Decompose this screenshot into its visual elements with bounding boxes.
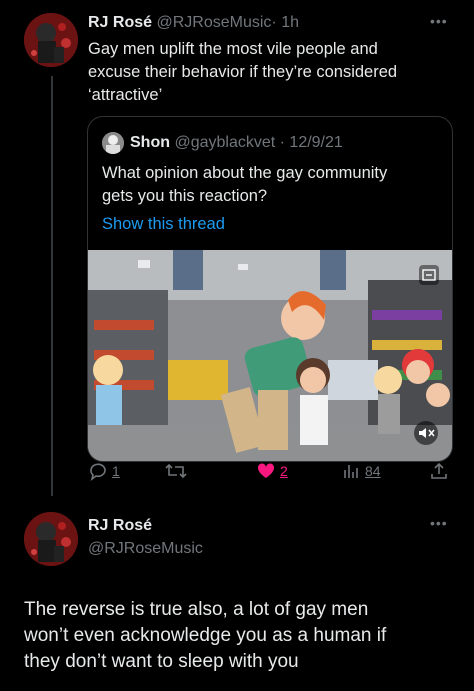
mute-icon[interactable] xyxy=(414,421,438,445)
heart-icon xyxy=(257,463,275,478)
reply-button[interactable]: 1 xyxy=(88,461,120,481)
handle[interactable]: @RJRoseMusic xyxy=(156,14,271,31)
reply-text-line: they don’t want to sleep with you xyxy=(24,651,299,672)
quoted-display-name[interactable]: Shon xyxy=(130,134,170,151)
like-count: 2 xyxy=(280,463,288,479)
reply-avatar[interactable] xyxy=(24,512,78,566)
more-icon[interactable]: ••• xyxy=(430,13,448,29)
tweet-text-line: Gay men uplift the most vile people and xyxy=(88,40,378,58)
media-gif[interactable] xyxy=(88,250,452,461)
reply-display-name[interactable]: RJ Rosé xyxy=(88,517,152,535)
reply-text-line: won’t even acknowledge you as a human if xyxy=(24,625,387,646)
views-count: 84 xyxy=(365,463,381,479)
tweet-text: Gay men uplift the most vile people and … xyxy=(88,38,397,107)
avatar[interactable] xyxy=(24,13,78,67)
reply-handle[interactable]: @RJRoseMusic xyxy=(88,540,203,558)
reply-icon xyxy=(90,463,106,481)
thread-line xyxy=(51,76,53,496)
views-icon xyxy=(344,465,358,478)
display-name[interactable]: RJ Rosé xyxy=(88,14,152,31)
reply-text: The reverse is true also, a lot of gay m… xyxy=(24,597,386,675)
quoted-text: What opinion about the gay community get… xyxy=(102,162,387,208)
tweet-text-line: excuse their behavior if they’re conside… xyxy=(88,63,398,81)
show-thread-link[interactable]: Show this thread xyxy=(102,215,225,234)
share-button[interactable] xyxy=(429,461,449,481)
quoted-text-line: gets you this reaction? xyxy=(102,187,268,205)
quoted-tweet[interactable]: Shon @gayblackvet · 12/9/21 What opinion… xyxy=(87,116,453,462)
quoted-avatar[interactable] xyxy=(102,132,124,154)
tweet-text-line: ‘attractive’ xyxy=(88,86,163,104)
reply-text-line: The reverse is true also, a lot of gay m… xyxy=(24,599,369,620)
views-button[interactable]: 84 xyxy=(341,461,381,481)
share-icon xyxy=(431,462,447,479)
quoted-handle[interactable]: @gayblackvet xyxy=(174,134,275,151)
reply-more-icon[interactable]: ••• xyxy=(430,515,448,531)
timestamp[interactable]: · 1h xyxy=(271,14,299,31)
tweet-header: RJ Rosé @RJRoseMusic· 1h xyxy=(88,14,299,32)
retweet-icon xyxy=(165,463,187,479)
like-button[interactable]: 2 xyxy=(256,461,288,481)
retweet-button[interactable] xyxy=(165,461,191,481)
quoted-text-line: What opinion about the gay community xyxy=(102,164,388,182)
quoted-date[interactable]: · 12/9/21 xyxy=(280,134,343,151)
gif-icon xyxy=(419,265,439,285)
quoted-header: Shon @gayblackvet · 12/9/21 xyxy=(130,134,343,152)
reply-count: 1 xyxy=(112,463,120,479)
